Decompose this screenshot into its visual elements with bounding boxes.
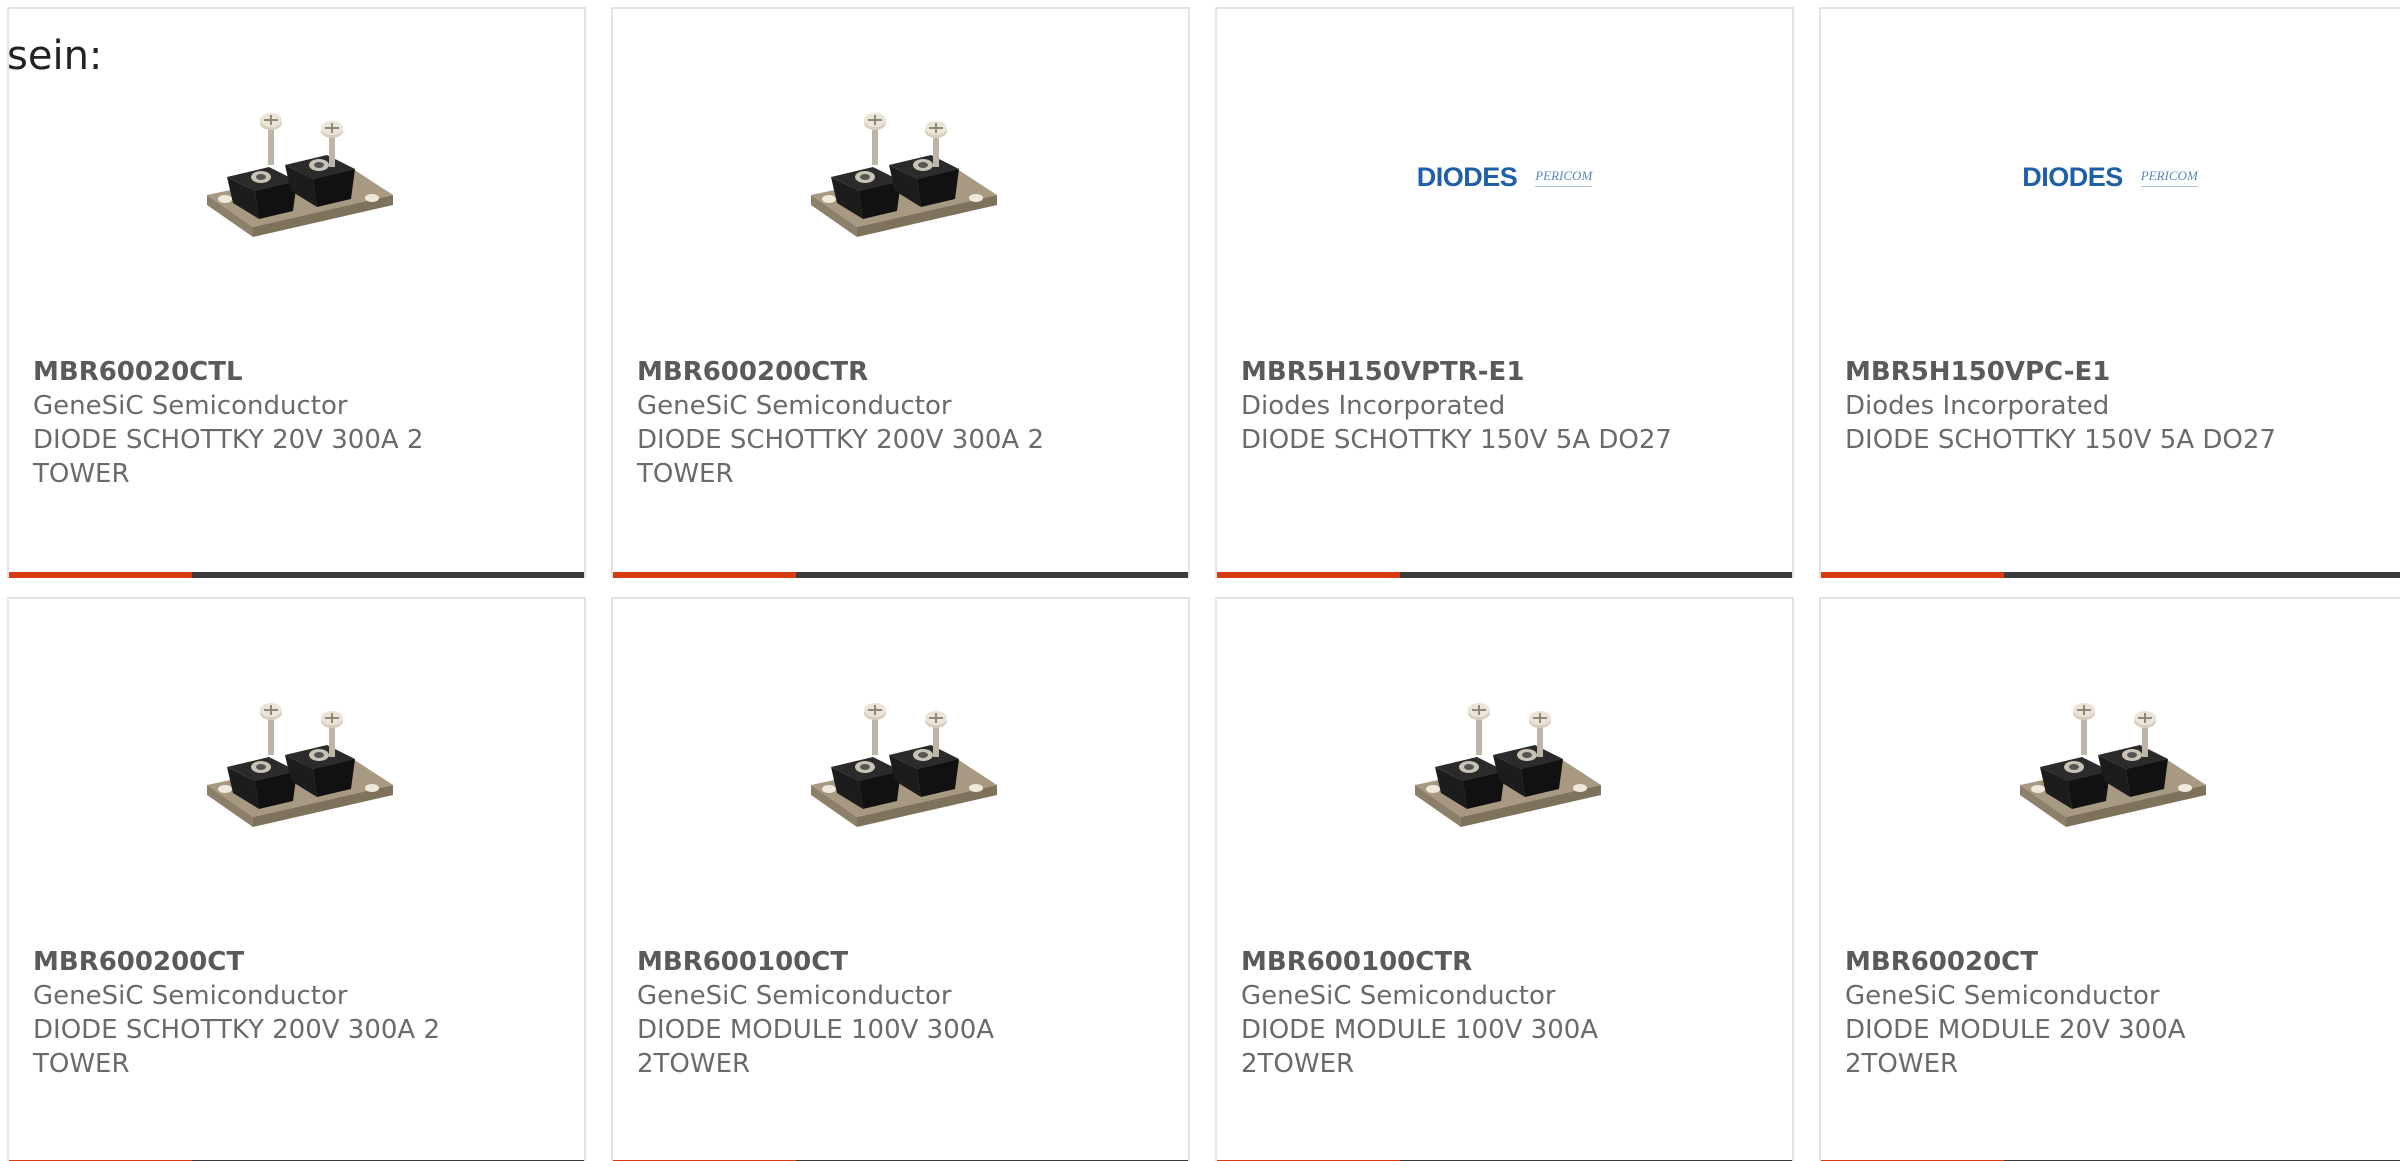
card-accent-bar [1821,572,2004,578]
product-info: MBR60020CTL GeneSiC Semiconductor DIODE … [33,355,560,491]
manufacturer-name: GeneSiC Semiconductor [33,391,348,421]
diode-module-photo-icon [800,77,1001,277]
product-image-diode-module[interactable] [1404,667,1605,867]
product-image-diodes-logo[interactable]: DIODES PERICOM [1405,77,1605,277]
part-number-link[interactable]: MBR5H150VPC-E1 [1845,355,2393,389]
product-card[interactable]: MBR60020CT GeneSiC Semiconductor DIODE M… [1819,597,2400,1161]
product-description: DIODE SCHOTTKY 200V 300A 2 TOWER [33,1015,441,1079]
diodes-logo-text: DIODES [1416,161,1518,192]
product-card[interactable]: MBR60020CTL GeneSiC Semiconductor DIODE … [7,7,586,578]
product-card[interactable]: MBR600200CT GeneSiC Semiconductor DIODE … [7,597,586,1161]
part-number-link[interactable]: MBR5H150VPTR-E1 [1241,355,1768,389]
diodes-logo-text: DIODES [2022,161,2123,192]
diode-module-photo-icon [1404,667,1605,867]
diodes-logo: DIODES PERICOM [1417,162,1593,193]
product-info: MBR600200CT GeneSiC Semiconductor DIODE … [33,945,560,1081]
product-card[interactable]: MBR600100CT GeneSiC Semiconductor DIODE … [611,597,1190,1161]
product-card[interactable]: MBR600100CTR GeneSiC Semiconductor DIODE… [1215,597,1794,1161]
manufacturer-name: GeneSiC Semiconductor [637,981,952,1011]
diode-module-photo-icon [2010,667,2210,867]
product-image-diodes-logo[interactable]: DIODES PERICOM [2010,77,2210,277]
part-number-link[interactable]: MBR600100CTR [1241,945,1768,979]
product-info: MBR60020CT GeneSiC Semiconductor DIODE M… [1845,945,2393,1081]
product-description: DIODE SCHOTTKY 20V 300A 2 TOWER [33,425,424,489]
card-accent-bar [9,572,192,578]
product-description: DIODE MODULE 100V 300A 2TOWER [637,1015,995,1079]
diode-module-photo-icon [800,667,1001,867]
product-card[interactable]: DIODES PERICOM MBR5H150VPTR-E1 Diodes In… [1215,7,1794,578]
pericom-logo-text: PERICOM [2140,168,2198,187]
manufacturer-name: Diodes Incorporated [1845,391,2110,421]
product-image-diode-module[interactable] [800,77,1001,277]
intro-text: sein: [7,33,103,79]
product-image-diode-module[interactable] [800,667,1001,867]
card-footer-bar [1217,572,1792,578]
part-number-link[interactable]: MBR60020CTL [33,355,560,389]
card-footer-bar [613,572,1188,578]
product-description: DIODE MODULE 100V 300A 2TOWER [1241,1015,1599,1079]
manufacturer-name: GeneSiC Semiconductor [637,391,952,421]
diodes-logo: DIODES PERICOM [2022,162,2198,193]
card-footer-bar [9,572,584,578]
diode-module-photo-icon [196,77,397,277]
product-description: DIODE SCHOTTKY 150V 5A DO27 [1241,425,1672,455]
manufacturer-name: GeneSiC Semiconductor [1241,981,1556,1011]
part-number-link[interactable]: MBR600200CTR [637,355,1164,389]
part-number-link[interactable]: MBR600100CT [637,945,1164,979]
product-description: DIODE MODULE 20V 300A 2TOWER [1845,1015,2186,1079]
product-image-diode-module[interactable] [196,667,397,867]
product-info: MBR5H150VPTR-E1 Diodes Incorporated DIOD… [1241,355,1768,457]
product-info: MBR5H150VPC-E1 Diodes Incorporated DIODE… [1845,355,2393,457]
card-accent-bar [1217,572,1400,578]
product-card[interactable]: DIODES PERICOM MBR5H150VPC-E1 Diodes Inc… [1819,7,2400,578]
product-image-diode-module[interactable] [196,77,397,277]
product-image-diode-module[interactable] [2010,667,2210,867]
manufacturer-name: GeneSiC Semiconductor [1845,981,2160,1011]
card-accent-bar [613,572,796,578]
product-info: MBR600100CT GeneSiC Semiconductor DIODE … [637,945,1164,1081]
product-card[interactable]: MBR600200CTR GeneSiC Semiconductor DIODE… [611,7,1190,578]
product-grid-page: sein: MBR60020CTL GeneSiC Semiconductor … [0,0,2400,1161]
product-info: MBR600200CTR GeneSiC Semiconductor DIODE… [637,355,1164,491]
manufacturer-name: Diodes Incorporated [1241,391,1506,421]
card-footer-bar [1821,572,2400,578]
product-description: DIODE SCHOTTKY 150V 5A DO27 [1845,425,2276,455]
part-number-link[interactable]: MBR60020CT [1845,945,2393,979]
pericom-logo-text: PERICOM [1535,168,1593,187]
product-description: DIODE SCHOTTKY 200V 300A 2 TOWER [637,425,1045,489]
diode-module-photo-icon [196,667,397,867]
part-number-link[interactable]: MBR600200CT [33,945,560,979]
manufacturer-name: GeneSiC Semiconductor [33,981,348,1011]
product-info: MBR600100CTR GeneSiC Semiconductor DIODE… [1241,945,1768,1081]
